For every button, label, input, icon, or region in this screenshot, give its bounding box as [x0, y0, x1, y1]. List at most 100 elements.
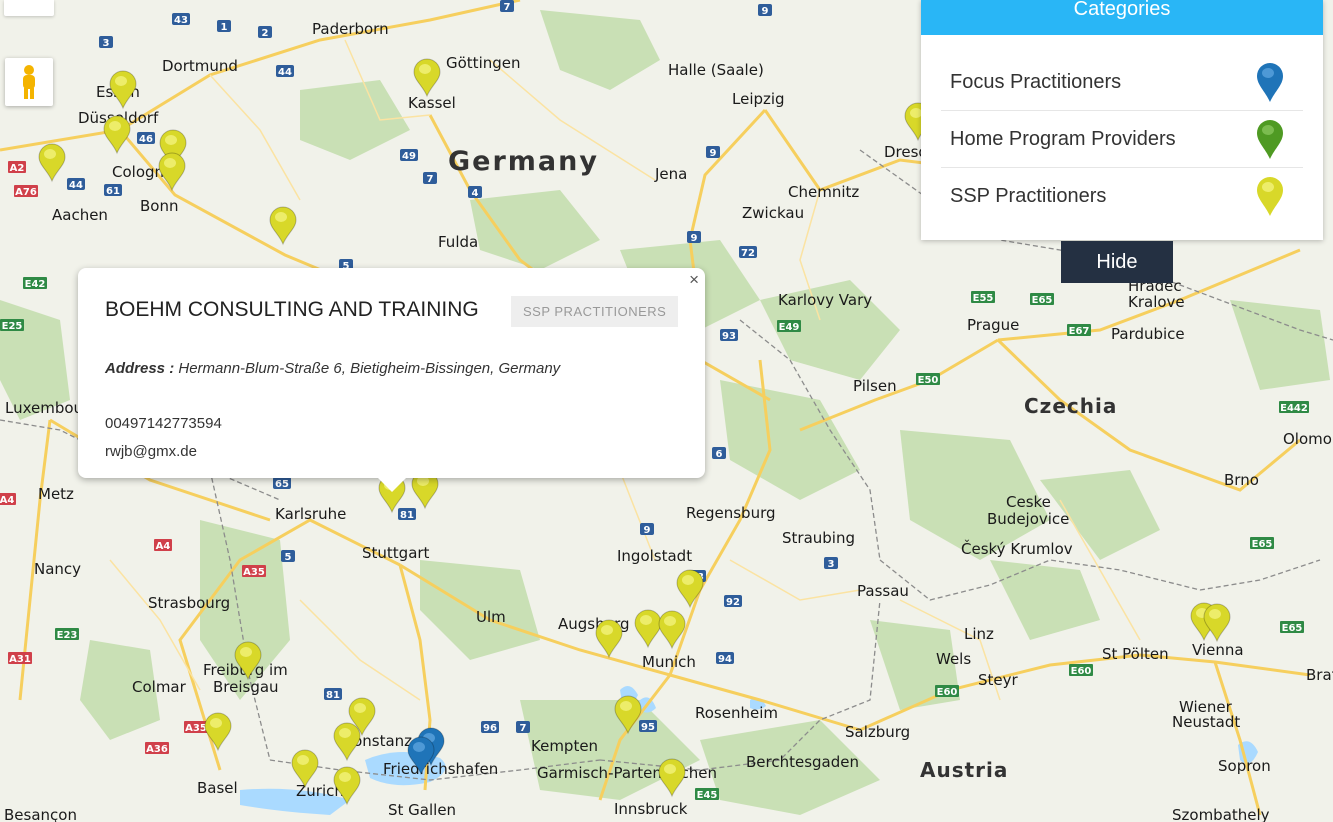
svg-text:81: 81: [400, 510, 414, 521]
email-address: rwjb@gmx.de: [105, 443, 197, 460]
svg-text:A4: A4: [0, 495, 14, 506]
city-label: Karlovy Vary: [778, 291, 872, 309]
category-label: Focus Practitioners: [950, 71, 1122, 93]
city-label: Pilsen: [853, 377, 897, 395]
svg-text:65: 65: [275, 479, 289, 490]
svg-text:49: 49: [402, 151, 416, 162]
svg-text:E60: E60: [937, 687, 958, 698]
city-label: Strasbourg: [148, 594, 230, 612]
autobahn-shield: 44: [276, 65, 294, 78]
city-label: Karlsruhe: [275, 505, 346, 523]
city-label: Dortmund: [162, 57, 238, 75]
svg-text:A35: A35: [185, 723, 207, 734]
autobahn-shield: 6: [712, 447, 726, 460]
svg-text:A35: A35: [243, 567, 265, 578]
svg-text:44: 44: [278, 67, 292, 78]
city-label: Bonn: [140, 197, 178, 215]
categories-list: Focus Practitioners Home Program Provide…: [921, 54, 1323, 224]
category-focus-practitioners[interactable]: Focus Practitioners: [941, 54, 1303, 111]
map-top-control[interactable]: [4, 0, 54, 16]
city-label: Brno: [1224, 471, 1259, 489]
category-home-program-providers[interactable]: Home Program Providers: [941, 111, 1303, 168]
route-shield: A4: [0, 493, 16, 506]
categories-panel: Categories Focus Practitioners Home Prog…: [921, 0, 1323, 240]
svg-text:94: 94: [718, 654, 732, 665]
city-label: Prague: [967, 316, 1019, 334]
svg-text:81: 81: [326, 690, 340, 701]
blue-pin-icon: [1257, 63, 1283, 102]
svg-text:E25: E25: [2, 321, 23, 332]
svg-text:E65: E65: [1032, 295, 1053, 306]
category-badge: SSP PRACTITIONERS: [511, 296, 679, 327]
svg-text:E42: E42: [25, 279, 46, 290]
info-window: × BOEHM CONSULTING AND TRAINING SSP PRAC…: [78, 268, 705, 492]
autobahn-shield: 43: [172, 13, 190, 26]
autobahn-shield: 7: [516, 721, 530, 734]
city-label: Ingolstadt: [617, 547, 692, 565]
route-shield: E65: [1280, 621, 1304, 634]
svg-text:A36: A36: [146, 744, 168, 755]
route-shield: E45: [695, 788, 719, 801]
close-icon[interactable]: ×: [689, 270, 699, 290]
autobahn-shield: 9: [640, 523, 654, 536]
autobahn-shield: 95: [639, 720, 657, 733]
svg-text:E55: E55: [973, 293, 994, 304]
yellow-pin-icon: [1257, 177, 1283, 216]
svg-text:6: 6: [716, 449, 723, 460]
city-label: Breisgau: [213, 678, 279, 696]
autobahn-shield: 65: [273, 477, 291, 490]
category-ssp-practitioners[interactable]: SSP Practitioners: [941, 168, 1303, 224]
country-label: Czechia: [1024, 394, 1117, 418]
route-shield: A36: [145, 742, 169, 755]
city-label: Berchtesgaden: [746, 753, 859, 771]
svg-text:92: 92: [726, 597, 740, 608]
city-label: Metz: [38, 485, 74, 503]
svg-text:4: 4: [472, 188, 479, 199]
city-label: Linz: [964, 625, 994, 643]
autobahn-shield: 81: [324, 688, 342, 701]
route-shield: E60: [1069, 664, 1093, 677]
hide-button[interactable]: Hide: [1061, 241, 1173, 283]
pegman-icon: [23, 65, 35, 99]
city-label: Basel: [197, 779, 238, 797]
city-label: Colmar: [132, 678, 187, 696]
city-label: Regensburg: [686, 504, 776, 522]
svg-text:96: 96: [483, 723, 497, 734]
svg-text:E65: E65: [1252, 539, 1273, 550]
svg-text:43: 43: [174, 15, 188, 26]
city-label: Fulda: [438, 233, 478, 251]
svg-text:E442: E442: [1280, 403, 1308, 414]
svg-text:1: 1: [221, 22, 228, 33]
category-label: SSP Practitioners: [950, 185, 1107, 207]
svg-text:E50: E50: [918, 375, 939, 386]
city-label: Ulm: [476, 608, 506, 626]
category-label: Home Program Providers: [950, 128, 1176, 150]
city-label: Rosenheim: [695, 704, 778, 722]
city-label: Besançon: [4, 806, 77, 822]
svg-text:E60: E60: [1071, 666, 1092, 677]
svg-text:7: 7: [504, 2, 511, 13]
route-shield: E23: [55, 628, 79, 641]
street-view-pegman-button[interactable]: [5, 58, 53, 106]
svg-text:44: 44: [69, 180, 83, 191]
svg-text:7: 7: [427, 174, 434, 185]
city-label: Paderborn: [312, 20, 389, 38]
business-name: BOEHM CONSULTING AND TRAINING: [105, 298, 479, 321]
svg-text:E45: E45: [697, 790, 718, 801]
route-shield: E67: [1067, 324, 1091, 337]
route-shield: A35: [242, 565, 266, 578]
svg-text:46: 46: [139, 134, 153, 145]
city-label: Nancy: [34, 560, 81, 578]
autobahn-shield: 7: [500, 0, 514, 13]
city-label: Neustadt: [1172, 713, 1240, 731]
city-label: St Pölten: [1102, 645, 1169, 663]
route-shield: E55: [971, 291, 995, 304]
svg-text:9: 9: [644, 525, 651, 536]
categories-header: Categories: [921, 0, 1323, 35]
city-label: Passau: [857, 582, 909, 600]
svg-text:9: 9: [762, 6, 769, 17]
country-label: Austria: [920, 758, 1008, 782]
city-label: Budejovice: [987, 510, 1069, 528]
city-label: Jena: [654, 165, 687, 183]
city-label: Aachen: [52, 206, 108, 224]
